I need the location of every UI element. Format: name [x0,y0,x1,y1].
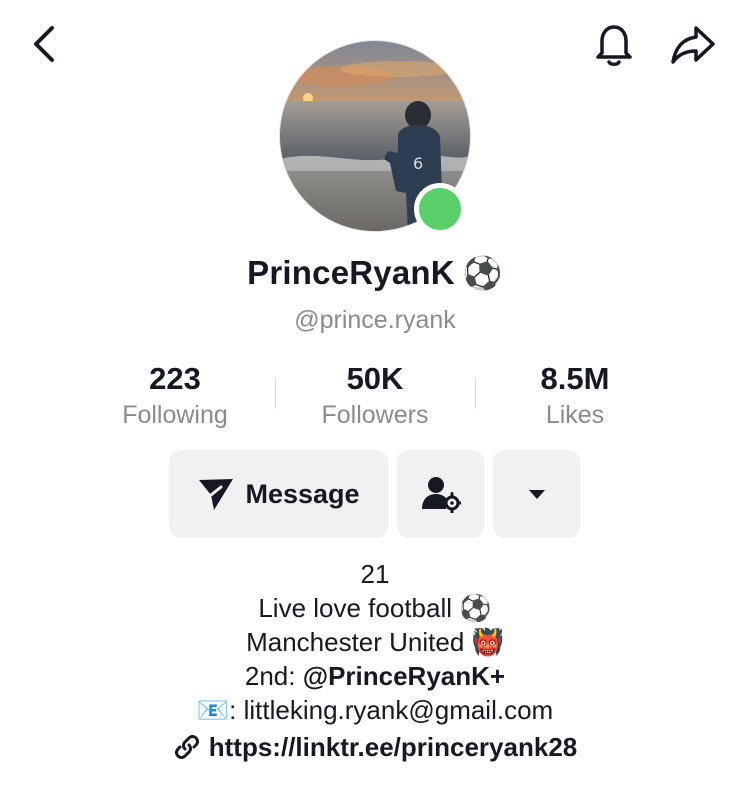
share-button[interactable] [668,20,718,68]
soccer-ball-emoji: ⚽ [459,593,492,623]
email-emoji: 📧 [196,695,230,725]
friend-settings-button[interactable] [397,450,484,538]
display-name-text: PrinceRyanK [247,254,455,291]
bio-email-text: : littleking.ryank@gmail.com [229,695,554,725]
notification-bell-button[interactable] [590,20,638,68]
caret-down-icon [528,490,545,499]
bio-line-club: Manchester United 👹 [0,625,750,659]
message-label: Message [245,478,360,509]
username: @prince.ryank [294,306,456,334]
stat-likes[interactable]: 8.5M Likes [475,360,675,431]
bio-football-text: Live love football [258,593,453,623]
message-button[interactable]: Message [169,450,388,538]
followers-label: Followers [321,401,429,429]
bio-line-football: Live love football ⚽ [0,591,750,625]
ogre-emoji: 👹 [471,627,504,657]
send-icon [199,479,234,510]
stat-following[interactable]: 223 Following [75,360,275,431]
likes-label: Likes [545,401,605,429]
bio-second-prefix: 2nd: [244,661,303,691]
display-name: PrinceRyanK ⚽ [0,254,750,292]
link-icon [174,735,199,759]
share-arrow-icon [671,26,715,64]
bio-age: 21 [360,559,390,589]
user-settings-icon [421,477,461,513]
online-status-indicator [414,183,466,235]
bell-icon [596,25,632,66]
profile-avatar[interactable]: 6 [279,40,471,235]
stat-followers[interactable]: 50K Followers [275,360,475,431]
following-label: Following [122,401,228,429]
second-account-link[interactable]: @PrinceRyanK+ [303,661,505,691]
likes-count: 8.5M [540,361,610,396]
more-options-button[interactable] [493,450,580,538]
chevron-left-icon [34,26,54,62]
bio-line-second-account: 2nd: @PrinceRyanK+ [0,659,750,693]
bio-link-text[interactable]: https://linktr.ee/princeryank28 [209,730,577,764]
bio-club-text: Manchester United [246,627,465,657]
following-count: 223 [149,361,201,396]
followers-count: 50K [346,361,404,396]
bio-link[interactable]: https://linktr.ee/princeryank28 [0,730,750,764]
svg-text:6: 6 [413,154,423,173]
back-button[interactable] [22,22,66,66]
soccer-ball-emoji: ⚽ [462,255,503,291]
bio-line-email: 📧: littleking.ryank@gmail.com [0,693,750,727]
